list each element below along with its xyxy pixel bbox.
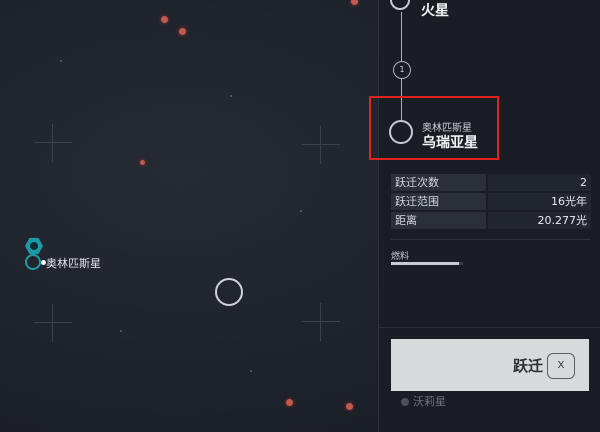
panel-divider [391,239,591,240]
grid-crosshair [34,124,72,162]
origin-name: 火星 [421,3,449,19]
star-marker[interactable] [161,16,168,23]
bottom-list-item[interactable]: 沃莉星 [401,393,446,409]
fuel-bar-fill [391,262,460,265]
star-marker[interactable] [140,160,145,165]
jump-count-badge: 1 [393,61,411,79]
bottom-item-label: 沃莉星 [413,395,446,408]
target-name: 乌瑞亚星 [422,135,478,151]
planet-icon [401,398,409,406]
stat-row: 跃迁范围 16光年 [391,193,591,210]
stat-row: 距离 20.277光 [391,212,591,229]
star-marker[interactable] [351,0,358,5]
stat-value: 2 [488,174,591,191]
grid-crosshair [302,303,340,341]
jump-button[interactable]: 跃迁 X [391,339,589,391]
star-marker[interactable] [286,399,293,406]
panel-divider [379,327,600,328]
origin-node-icon[interactable] [390,0,410,10]
grid-crosshair [302,126,340,164]
fuel-bar [391,262,463,265]
dust-star [250,370,252,372]
map-cursor-ring [215,278,243,306]
stat-label: 跃迁次数 [391,174,486,191]
dust-star [120,330,122,332]
star-marker[interactable] [346,403,353,410]
grid-crosshair [34,304,72,342]
fuel-label: 燃料 [391,252,410,262]
planet-ring-icon [25,254,41,270]
jump-stats: 跃迁次数 2 跃迁范围 16光年 距离 20.277光 [391,174,591,231]
stat-value: 20.277光 [488,212,591,229]
stat-value: 16光年 [488,193,591,210]
dust-star [300,210,302,212]
star-marker[interactable] [179,28,186,35]
key-hint-icon: X [547,353,575,379]
map-planet-label: 奥林匹斯星 [46,257,101,270]
target-node-icon[interactable] [389,120,413,144]
jump-button-label: 跃迁 [512,358,543,375]
dust-star [230,95,232,97]
route-panel: 火星 1 奥林匹斯星 乌瑞亚星 跃迁次数 2 跃迁范围 16光年 距离 20.2… [369,0,600,432]
stat-row: 跃迁次数 2 [391,174,591,191]
stat-label: 跃迁范围 [391,193,486,210]
stat-label: 距离 [391,212,486,229]
location-hex-icon [25,237,43,255]
dust-star [60,60,62,62]
